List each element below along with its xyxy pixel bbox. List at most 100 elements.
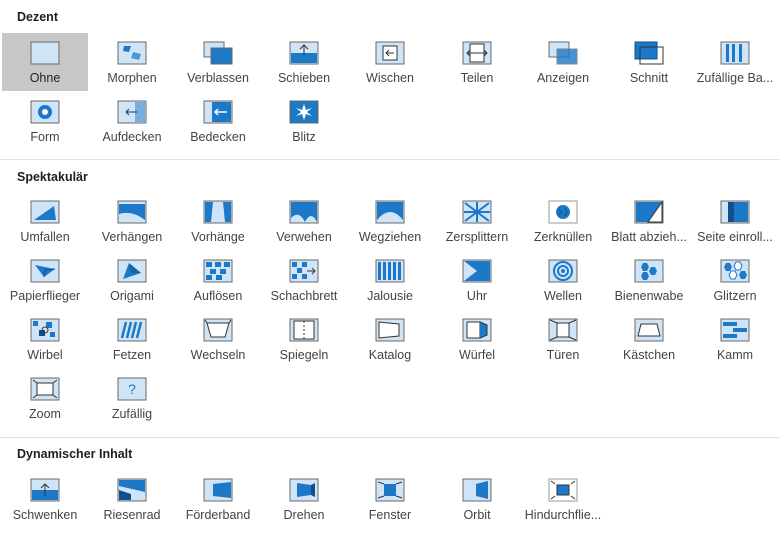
transition-label: Wegziehen bbox=[358, 230, 422, 244]
zoom-transition-icon bbox=[30, 377, 60, 401]
transition-option[interactable]: Papierflieger bbox=[2, 251, 88, 309]
transition-option[interactable]: Wellen bbox=[520, 251, 606, 309]
transition-option[interactable]: Hindurchflie... bbox=[520, 470, 606, 528]
transition-label: Ohne bbox=[29, 71, 61, 85]
window-transition-icon bbox=[375, 478, 405, 502]
transition-option[interactable]: Zoom bbox=[2, 369, 88, 427]
transition-option[interactable]: Vorhänge bbox=[175, 192, 261, 250]
fly-through-transition-icon bbox=[548, 478, 578, 502]
transition-label: Vorhänge bbox=[191, 230, 245, 244]
transition-option[interactable]: Fetzen bbox=[89, 310, 175, 368]
transition-label: Würfel bbox=[458, 348, 496, 362]
transition-label: Umfallen bbox=[20, 230, 70, 244]
transition-option[interactable]: Zerknüllen bbox=[520, 192, 606, 250]
transition-option[interactable]: Katalog bbox=[347, 310, 433, 368]
transition-option[interactable]: Morphen bbox=[89, 33, 175, 91]
transition-label: Türen bbox=[546, 348, 580, 362]
transition-option[interactable]: Seite einroll... bbox=[692, 192, 778, 250]
honeycomb-transition-icon bbox=[634, 259, 664, 283]
clock-transition-icon bbox=[462, 259, 492, 283]
transition-label: Papierflieger bbox=[9, 289, 81, 303]
transition-option[interactable]: Drehen bbox=[261, 470, 347, 528]
transition-label: Wellen bbox=[544, 289, 582, 303]
transition-option[interactable]: Schwenken bbox=[2, 470, 88, 528]
transition-option[interactable]: Würfel bbox=[434, 310, 520, 368]
transition-option[interactable]: Auflösen bbox=[175, 251, 261, 309]
transition-option[interactable]: Spiegeln bbox=[261, 310, 347, 368]
fracture-transition-icon bbox=[462, 200, 492, 224]
transition-option[interactable]: Glitzern bbox=[692, 251, 778, 309]
transition-option[interactable]: Förderband bbox=[175, 470, 261, 528]
transition-option[interactable]: Zufällige Ba... bbox=[692, 33, 778, 91]
transition-label: Fenster bbox=[368, 508, 412, 522]
transition-option[interactable]: Kamm bbox=[692, 310, 778, 368]
transition-label: Jalousie bbox=[367, 289, 413, 303]
transition-option[interactable]: Anzeigen bbox=[520, 33, 606, 91]
transition-label: Bienenwabe bbox=[614, 289, 684, 303]
transition-label: Wechseln bbox=[190, 348, 246, 362]
transition-label: Zersplittern bbox=[445, 230, 509, 244]
transition-label: Schnitt bbox=[629, 71, 669, 85]
transition-option[interactable]: Schieben bbox=[261, 33, 347, 91]
transition-label: Verblassen bbox=[187, 71, 249, 85]
orbit-transition-icon bbox=[462, 478, 492, 502]
wipe-transition-icon bbox=[375, 41, 405, 65]
transition-option[interactable]: Bienenwabe bbox=[606, 251, 692, 309]
transition-option[interactable]: Verblassen bbox=[175, 33, 261, 91]
transition-option[interactable]: Blatt abzieh... bbox=[606, 192, 692, 250]
fall-over-transition-icon bbox=[30, 200, 60, 224]
cut-transition-icon bbox=[634, 41, 664, 65]
transition-option[interactable]: Blitz bbox=[261, 92, 347, 150]
transition-label: Glitzern bbox=[713, 289, 757, 303]
transition-option[interactable]: Fenster bbox=[347, 470, 433, 528]
transition-label: Zoom bbox=[29, 407, 61, 421]
section-title: Dynamischer Inhalt bbox=[17, 447, 133, 461]
transition-option[interactable]: Origami bbox=[89, 251, 175, 309]
transition-option[interactable]: Türen bbox=[520, 310, 606, 368]
cube-transition-icon bbox=[462, 318, 492, 342]
transition-option[interactable]: Zersplittern bbox=[434, 192, 520, 250]
reveal-transition-icon bbox=[548, 41, 578, 65]
transition-label: Aufdecken bbox=[102, 130, 162, 144]
transition-label: Kamm bbox=[716, 348, 754, 362]
checkerboard-transition-icon bbox=[289, 259, 319, 283]
transition-option[interactable]: Teilen bbox=[434, 33, 520, 91]
transition-label: Spiegeln bbox=[279, 348, 329, 362]
transition-option[interactable]: Bedecken bbox=[175, 92, 261, 150]
transition-option[interactable]: Form bbox=[2, 92, 88, 150]
crush-transition-icon bbox=[548, 200, 578, 224]
dissolve-transition-icon bbox=[203, 259, 233, 283]
transition-option[interactable]: Riesenrad bbox=[89, 470, 175, 528]
transition-option[interactable]: Verwehen bbox=[261, 192, 347, 250]
transition-option[interactable]: Jalousie bbox=[347, 251, 433, 309]
transition-option[interactable]: Wischen bbox=[347, 33, 433, 91]
transition-option[interactable]: Uhr bbox=[434, 251, 520, 309]
shape-transition-icon bbox=[30, 100, 60, 124]
transition-option[interactable]: Wirbel bbox=[2, 310, 88, 368]
transition-label: Hindurchflie... bbox=[524, 508, 602, 522]
transition-option[interactable]: Wechseln bbox=[175, 310, 261, 368]
transition-option[interactable]: Orbit bbox=[434, 470, 520, 528]
transition-label: Schwenken bbox=[12, 508, 78, 522]
transition-option[interactable]: Schachbrett bbox=[261, 251, 347, 309]
transition-option[interactable]: Aufdecken bbox=[89, 92, 175, 150]
transition-option[interactable]: Ohne bbox=[2, 33, 88, 91]
page-curl-transition-icon bbox=[720, 200, 750, 224]
split-transition-icon bbox=[462, 41, 492, 65]
transition-label: Kästchen bbox=[622, 348, 676, 362]
transition-label: Katalog bbox=[368, 348, 412, 362]
transition-label: Anzeigen bbox=[536, 71, 590, 85]
transition-option[interactable]: Schnitt bbox=[606, 33, 692, 91]
vortex-transition-icon bbox=[30, 318, 60, 342]
transition-option[interactable]: Kästchen bbox=[606, 310, 692, 368]
transition-option[interactable]: Umfallen bbox=[2, 192, 88, 250]
transition-label: Riesenrad bbox=[103, 508, 161, 522]
rotate-transition-icon bbox=[289, 478, 319, 502]
transition-option[interactable]: ? Zufällig bbox=[89, 369, 175, 427]
transition-option[interactable]: Wegziehen bbox=[347, 192, 433, 250]
random-bars-transition-icon bbox=[720, 41, 750, 65]
transition-label: Auflösen bbox=[193, 289, 243, 303]
transition-option[interactable]: Verhängen bbox=[89, 192, 175, 250]
svg-text:?: ? bbox=[128, 381, 136, 397]
section-title: Spektakulär bbox=[17, 170, 88, 184]
